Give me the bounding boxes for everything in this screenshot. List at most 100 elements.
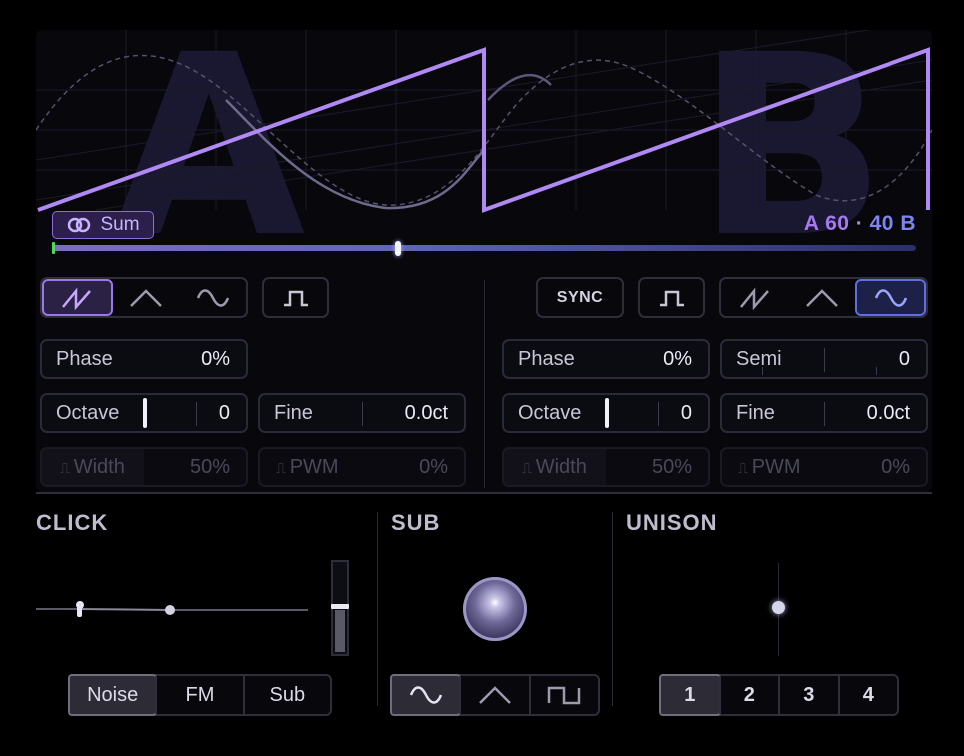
mix-label-a: A: [803, 212, 819, 235]
osc-a-octave-indicator: [143, 398, 147, 428]
osc-a-sine-button[interactable]: [179, 279, 246, 316]
osc-b-pwm-label: ⎍ PWM: [738, 455, 801, 478]
semi-tick: [762, 367, 763, 375]
osc-b-shape-selector: [719, 277, 928, 318]
osc-a-width-value: 50%: [189, 455, 230, 478]
field-divider: [196, 402, 197, 426]
osc-divider: [484, 280, 485, 488]
osc-a-fine-value: 0.0ct: [404, 401, 448, 424]
sub-square-button[interactable]: [528, 676, 598, 714]
osc-a-pulse-button[interactable]: [262, 277, 329, 318]
field-divider: [824, 402, 825, 426]
mix-label-b: B: [900, 212, 916, 235]
osc-b-width-value: 50%: [651, 455, 692, 478]
osc-b-octave-value: 0: [680, 401, 692, 424]
mix-slider-track[interactable]: [52, 242, 916, 254]
pulse-small-icon: ⎍: [60, 459, 74, 476]
osc-b-phase-label: Phase: [518, 347, 575, 370]
osc-b-fine-label: Fine: [736, 401, 775, 424]
osc-a-width-field: ⎍ Width 50%: [40, 447, 248, 487]
osc-b-octave-label: Octave: [518, 401, 582, 424]
osc-a-phase-field[interactable]: Phase 0%: [40, 339, 248, 379]
click-title: CLICK: [36, 510, 109, 535]
click-mode-fm[interactable]: FM: [155, 676, 242, 714]
osc-b-fine-value: 0.0ct: [866, 401, 910, 424]
sub-sine-button[interactable]: [390, 674, 462, 716]
osc-a-phase-value: 0%: [201, 347, 230, 370]
pulse-small-icon: ⎍: [276, 459, 290, 476]
square-pulse-icon: [283, 290, 308, 306]
saw-icon: [62, 286, 92, 310]
osc-b-width-label: ⎍ Width: [522, 455, 587, 478]
osc-b-phase-field[interactable]: Phase 0%: [502, 339, 710, 379]
field-divider: [824, 348, 825, 372]
field-divider: [362, 402, 363, 426]
slider-thumb[interactable]: [331, 604, 349, 609]
osc-a-pwm-value: 0%: [419, 455, 448, 478]
mix-mode-label: Sum: [100, 214, 140, 235]
osc-b-pwm-field: ⎍ PWM 0%: [720, 447, 928, 487]
sub-level-knob[interactable]: [463, 577, 527, 641]
osc-a-fine-field[interactable]: Fine 0.0ct: [258, 393, 466, 433]
sub-triangle-button[interactable]: [459, 676, 528, 714]
waveform-display: [36, 30, 932, 213]
osc-b-semi-field[interactable]: Semi 0: [720, 339, 928, 379]
square-pulse-icon: [659, 290, 684, 306]
osc-b-semi-label: Semi: [736, 347, 782, 370]
click-envelope[interactable]: [36, 595, 312, 625]
osc-a-octave-value: 0: [218, 401, 230, 424]
pulse-small-icon: ⎍: [738, 459, 752, 476]
osc-b-saw-button[interactable]: [721, 279, 788, 316]
mix-slider-thumb[interactable]: [395, 241, 401, 256]
pulse-small-icon: ⎍: [522, 459, 536, 476]
saw-icon: [739, 286, 769, 310]
click-mode-sub[interactable]: Sub: [242, 676, 330, 714]
square-icon: [548, 686, 581, 705]
unison-voice-4[interactable]: 4: [837, 676, 898, 714]
osc-b-width-field: ⎍ Width 50%: [502, 447, 710, 487]
osc-b-phase-value: 0%: [663, 347, 692, 370]
triangle-icon: [130, 288, 162, 307]
sub-title: SUB: [391, 510, 441, 535]
click-mode-noise[interactable]: Noise: [68, 674, 158, 716]
unison-voice-selector: 1 2 3 4: [659, 674, 899, 716]
unison-voice-3[interactable]: 3: [778, 676, 838, 714]
osc-b-sync-button[interactable]: SYNC: [536, 277, 624, 318]
section-divider-v: [612, 512, 613, 706]
unison-spread-handle[interactable]: [772, 601, 785, 614]
oscillator-editor: A B Sum A 60 · 40 B SYNC Phase 0% Octave…: [0, 0, 964, 756]
osc-a-saw-button[interactable]: [42, 279, 113, 316]
click-level-slider[interactable]: [331, 560, 349, 656]
field-divider: [658, 402, 659, 426]
osc-a-phase-label: Phase: [56, 347, 113, 370]
semi-tick: [876, 367, 877, 375]
osc-b-triangle-button[interactable]: [788, 279, 855, 316]
osc-b-pwm-value: 0%: [881, 455, 910, 478]
click-mode-selector: Noise FM Sub: [68, 674, 332, 716]
osc-b-octave-indicator: [605, 398, 609, 428]
osc-a-pwm-field: ⎍ PWM 0%: [258, 447, 466, 487]
osc-a-triangle-button[interactable]: [113, 279, 180, 316]
osc-b-fine-field[interactable]: Fine 0.0ct: [720, 393, 928, 433]
sine-icon: [874, 288, 907, 307]
mix-value-a: 60: [825, 212, 850, 235]
unison-voice-2[interactable]: 2: [718, 676, 779, 714]
osc-a-octave-field[interactable]: Octave 0: [40, 393, 248, 433]
triangle-icon: [479, 686, 511, 704]
mixed-waveform: [225, 99, 485, 210]
osc-b-octave-field[interactable]: Octave 0: [502, 393, 710, 433]
mix-mode-button[interactable]: Sum: [52, 211, 154, 239]
osc-a-octave-label: Octave: [56, 401, 120, 424]
osc-a-shape-selector: [40, 277, 248, 318]
envelope-point[interactable]: [165, 605, 175, 615]
osc-b-pulse-button[interactable]: [638, 277, 705, 318]
osc-b-sine-button[interactable]: [855, 279, 926, 316]
mix-separator: ·: [855, 212, 864, 235]
osc-a-width-label: ⎍ Width: [60, 455, 125, 478]
mix-slider-start-marker: [52, 242, 55, 254]
section-divider-v: [377, 512, 378, 706]
sine-icon: [409, 686, 442, 704]
unison-voice-1[interactable]: 1: [659, 674, 721, 716]
mix-readout: A 60 · 40 B: [804, 212, 916, 236]
triangle-icon: [805, 288, 838, 307]
